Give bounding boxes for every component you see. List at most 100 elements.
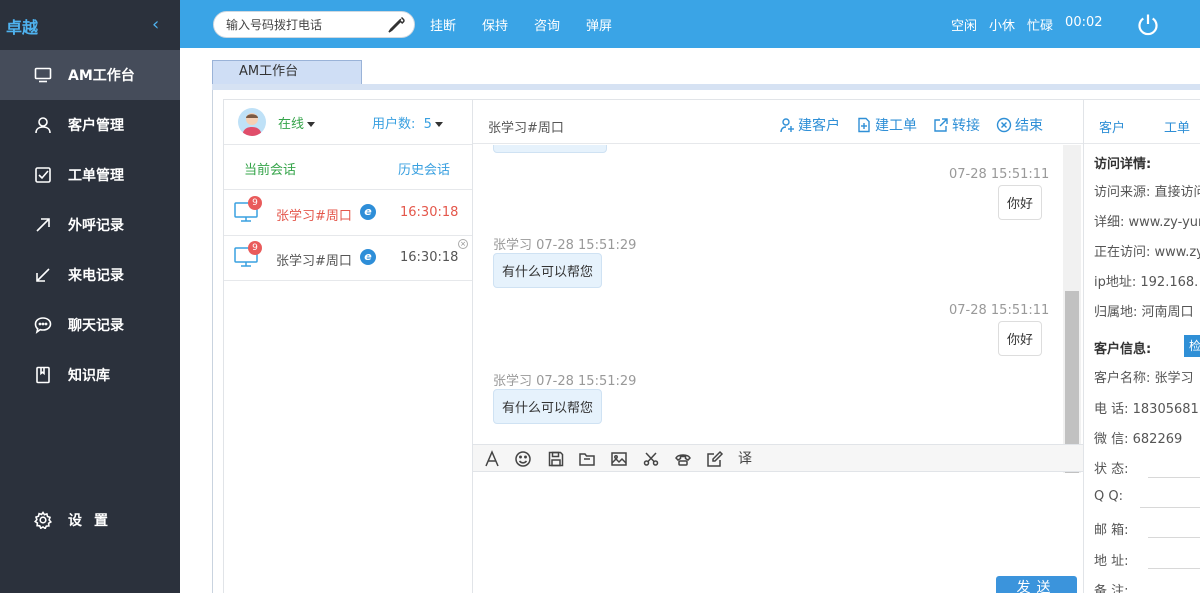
session-row[interactable]: 9 张学习#周口 e 16:30:18: [224, 191, 472, 236]
check-button[interactable]: 检: [1184, 335, 1200, 357]
message-bubble-partial: [493, 145, 607, 153]
send-button[interactable]: 发送: [996, 576, 1077, 593]
tab-current-sessions[interactable]: 当前会话: [244, 159, 296, 178]
sidebar-item-label: 来电记录: [68, 268, 124, 284]
brand-title: 卓越: [6, 18, 39, 37]
session-name: 张学习#周口: [276, 254, 352, 269]
top-toolbar: 挂断 保持 咨询 弹屏 空闲 小休 忙碌 00:02: [180, 0, 1200, 48]
session-time: 16:30:18: [400, 250, 459, 265]
status-break-button[interactable]: 小休: [989, 15, 1015, 34]
brand-bar: 卓越 ‹: [0, 0, 180, 50]
status-busy-button[interactable]: 忙碌: [1027, 15, 1053, 34]
image-icon[interactable]: [610, 450, 628, 468]
sidebar-item-customer-management[interactable]: 客户管理: [0, 100, 180, 150]
visit-detail-url: 详细: www.zy-yun: [1094, 215, 1200, 230]
info-tabs: 客户 工单: [1084, 100, 1200, 144]
online-status-label: 在线: [278, 117, 305, 132]
tab-am-workbench[interactable]: AM工作台: [212, 60, 362, 84]
transfer-label: 转接: [952, 118, 980, 134]
sidebar-item-am-workbench[interactable]: AM工作台: [0, 50, 180, 100]
popup-screen-button[interactable]: 弹屏: [586, 15, 612, 34]
user-count-value: 5: [423, 117, 432, 132]
tab-ticket[interactable]: 工单: [1164, 117, 1190, 136]
sidebar-item-label: 聊天记录: [68, 318, 124, 334]
collapse-sidebar-icon[interactable]: ‹: [152, 14, 159, 35]
hangup-button[interactable]: 挂断: [430, 15, 456, 34]
unread-badge: 9: [248, 241, 262, 255]
edit-icon[interactable]: [706, 450, 724, 468]
session-row[interactable]: 9 张学习#周口 e 16:30:18 ×: [224, 236, 472, 281]
close-icon[interactable]: ×: [458, 239, 468, 249]
message-meta: 07-28 15:51:11: [949, 303, 1050, 318]
message-bubble: 你好: [998, 185, 1043, 220]
create-customer-label: 建客户: [798, 118, 840, 134]
chat-panel: 张学习#周口 建客户 建工单 转接 结束 07-28 15:51:11 你好 张…: [473, 99, 1083, 593]
chevron-down-icon: [434, 122, 443, 127]
phone-icon[interactable]: [386, 15, 406, 35]
session-name: 张学习#周口: [276, 209, 352, 224]
sidebar-item-ticket-management[interactable]: 工单管理: [0, 150, 180, 200]
consult-button[interactable]: 咨询: [534, 15, 560, 34]
customer-info-panel: 客户 工单 访问详情: 访问来源: 直接访问 详细: www.zy-yun 正在…: [1083, 99, 1200, 593]
unread-badge: 9: [248, 196, 262, 210]
new-document-icon: [858, 117, 870, 133]
agent-avatar: [238, 108, 266, 136]
ip-address: ip地址: 192.168.: [1094, 275, 1199, 290]
sidebar-item-knowledge-base[interactable]: 知识库: [0, 350, 180, 400]
create-ticket-label: 建工单: [875, 118, 917, 134]
message-meta: 07-28 15:51:11: [949, 167, 1050, 182]
chat-title: 张学习#周口: [488, 121, 564, 136]
create-customer-button[interactable]: 建客户: [779, 115, 840, 135]
arrow-down-left-icon: [34, 266, 52, 284]
dial-input[interactable]: [226, 17, 386, 33]
hold-button[interactable]: 保持: [482, 15, 508, 34]
font-icon[interactable]: [483, 450, 501, 468]
chat-bubble-icon: [34, 316, 52, 334]
sidebar-item-settings[interactable]: 设置: [0, 495, 180, 545]
location: 归属地: 河南周口: [1094, 305, 1194, 320]
message-bubble: 有什么可以帮您: [493, 389, 603, 424]
tab-history-sessions[interactable]: 历史会话: [398, 159, 450, 178]
emoji-icon[interactable]: [514, 450, 532, 468]
visiting-url: 正在访问: www.zy: [1094, 245, 1200, 260]
online-status-dropdown[interactable]: 在线: [278, 113, 316, 132]
status-timer: 00:02: [1065, 15, 1103, 30]
sidebar-item-chat-records[interactable]: 聊天记录: [0, 300, 180, 350]
settings-label: 设置: [68, 513, 120, 529]
call-actions: 挂断 保持 咨询 弹屏: [430, 15, 638, 34]
status-field[interactable]: [1148, 456, 1200, 478]
sidebar-item-outbound-records[interactable]: 外呼记录: [0, 200, 180, 250]
message-bubble: 你好: [998, 321, 1043, 356]
address-field[interactable]: [1148, 547, 1200, 569]
end-chat-label: 结束: [1015, 118, 1043, 134]
user-count-dropdown[interactable]: 用户数: 5: [372, 113, 443, 132]
folder-icon[interactable]: [578, 450, 596, 468]
ie-browser-icon: e: [360, 204, 376, 220]
chat-header: 张学习#周口 建客户 建工单 转接 结束: [473, 100, 1083, 144]
book-icon: [34, 366, 52, 384]
translate-icon[interactable]: 译: [738, 450, 756, 468]
scissors-icon[interactable]: [642, 450, 660, 468]
message-input[interactable]: [473, 473, 1083, 593]
status-idle-button[interactable]: 空闲: [951, 15, 977, 34]
visit-details-title: 访问详情:: [1094, 157, 1152, 172]
save-icon[interactable]: [547, 450, 565, 468]
transfer-button[interactable]: 转接: [933, 115, 980, 135]
sidebar-item-inbound-records[interactable]: 来电记录: [0, 250, 180, 300]
monitor-icon: [34, 66, 52, 84]
create-ticket-button[interactable]: 建工单: [856, 115, 917, 135]
end-chat-button[interactable]: 结束: [996, 115, 1043, 135]
qq-field[interactable]: [1140, 486, 1200, 508]
telephone-icon[interactable]: [674, 450, 692, 468]
remark-field-label: 备 注:: [1094, 584, 1129, 593]
sidebar-item-label: 知识库: [68, 368, 110, 384]
sidebar-item-label: 工单管理: [68, 168, 124, 184]
email-field[interactable]: [1148, 516, 1200, 538]
session-header: 在线 用户数: 5: [224, 100, 472, 145]
tab-customer[interactable]: 客户: [1099, 117, 1125, 136]
sidebar-nav: AM工作台 客户管理 工单管理 外呼记录 来电记录 聊天记录 知识库: [0, 50, 180, 400]
session-time: 16:30:18: [400, 205, 459, 220]
ie-browser-icon: e: [360, 249, 376, 265]
customer-name: 客户名称: 张学习: [1094, 371, 1194, 386]
power-icon[interactable]: [1135, 12, 1161, 38]
